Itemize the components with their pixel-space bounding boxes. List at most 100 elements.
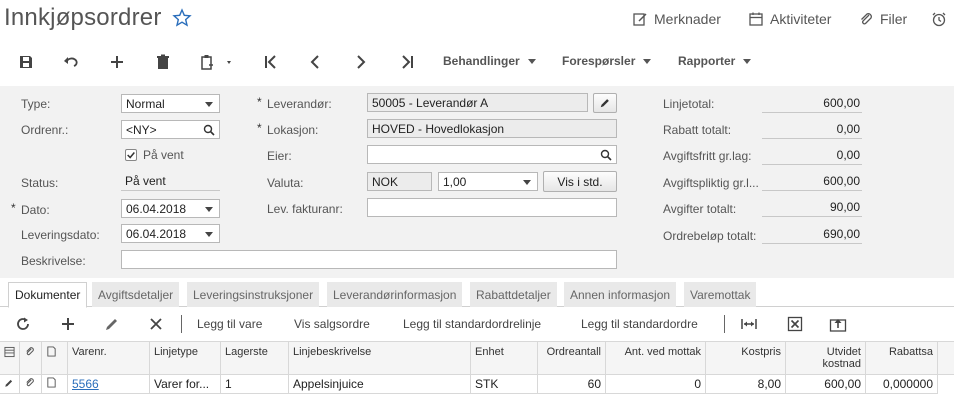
tab-leveringsinstruksjoner[interactable]: Leveringsinstruksjoner [187, 282, 320, 307]
undo-icon[interactable] [62, 53, 80, 71]
valuta-input[interactable]: NOK [367, 172, 432, 191]
lokasjon-input[interactable]: HOVED - Hovedlokasjon [367, 119, 617, 138]
grid-col-header[interactable]: Linjebeskrivelse [289, 341, 471, 375]
menu-rapporter[interactable]: Rapporter [678, 54, 752, 68]
files-action[interactable]: Filer [858, 11, 907, 27]
vis-i-std-button[interactable]: Vis i std. [543, 171, 617, 192]
valuta-rate-value: 1,00 [443, 174, 467, 189]
valuta-rate-select[interactable]: 1,00 [438, 172, 538, 191]
chevron-down-icon [743, 58, 752, 64]
notes-action[interactable]: Merknader [632, 11, 721, 27]
lev-fakturanr-input[interactable] [367, 198, 617, 217]
grid-col-header[interactable]: Varenr. [68, 341, 150, 375]
total-label: Rabatt totalt: [663, 123, 732, 137]
varenr-link[interactable]: 5566 [72, 377, 99, 391]
edit-leverandor-button[interactable] [593, 93, 617, 113]
required-marker: * [11, 201, 16, 215]
tab-leverandorinformasjon[interactable]: Leverandørinformasjon [327, 282, 463, 307]
grid-col-header[interactable]: Lagerste [221, 341, 289, 375]
previous-record-icon[interactable] [306, 53, 324, 71]
checkbox-checked-icon [125, 149, 137, 161]
leverandor-value: 50005 - Leverandør A [372, 95, 489, 110]
clipboard-dropdown-icon[interactable] [198, 53, 238, 71]
edit-row-icon[interactable] [104, 316, 120, 332]
star-icon[interactable] [172, 8, 192, 28]
toolbar-separator [181, 315, 182, 333]
alarm-clock-icon [932, 12, 946, 27]
add-icon[interactable] [108, 53, 126, 71]
refresh-icon[interactable] [15, 316, 31, 332]
status-label: Status: [21, 176, 59, 190]
leverandor-input[interactable]: 50005 - Leverandør A [367, 93, 588, 112]
grid-col-note [42, 341, 68, 375]
table-cell-ant-mottak[interactable]: 0 [606, 375, 706, 394]
legg-til-vare-button[interactable]: Legg til vare [197, 317, 262, 331]
type-select[interactable]: Normal [121, 94, 220, 113]
next-record-icon[interactable] [352, 53, 370, 71]
last-record-icon[interactable] [398, 53, 416, 71]
grid-col-header[interactable]: Ant. ved mottak [606, 341, 706, 375]
list-icon [4, 346, 15, 358]
chevron-down-icon [643, 58, 652, 64]
activities-action[interactable]: Aktiviteter [748, 11, 831, 27]
table-cell-rabatt[interactable]: 0,000000 [866, 375, 938, 394]
leverandor-label: Leverandør: [267, 97, 332, 111]
legg-til-standardordrelinje-button[interactable]: Legg til standardordrelinje [403, 317, 541, 331]
type-label: Type: [21, 97, 51, 111]
table-cell-utvidet[interactable]: 600,00 [786, 375, 866, 394]
grid-col-header[interactable]: Linjetype [150, 341, 221, 375]
menu-behandlinger-label: Behandlinger [443, 54, 520, 68]
tab-dokumenter[interactable]: Dokumenter [8, 282, 88, 308]
table-cell-beskrivelse[interactable]: Appelsinjuice [289, 375, 471, 394]
tab-varemottak[interactable]: Varemottak [684, 282, 757, 307]
export-excel-icon[interactable] [787, 316, 803, 332]
beskrivelse-input[interactable] [121, 250, 617, 269]
first-record-icon[interactable] [262, 53, 280, 71]
total-value: 600,00 [762, 94, 862, 113]
tab-rabattdetaljer[interactable]: Rabattdetaljer [470, 282, 557, 307]
search-icon[interactable] [600, 149, 612, 161]
dato-input[interactable]: 06.04.2018 [121, 199, 220, 218]
add-row-icon[interactable] [60, 316, 76, 332]
row-edit-icon[interactable] [0, 375, 20, 394]
table-cell-varenr[interactable]: 5566 [68, 375, 150, 394]
type-select-value: Normal [126, 96, 165, 111]
grid-col-header[interactable]: Ordreantall [538, 341, 606, 375]
delete-icon[interactable] [154, 53, 172, 71]
menu-behandlinger[interactable]: Behandlinger [443, 54, 536, 68]
total-label: Avgiftsfritt gr.lag: [663, 149, 752, 163]
tab-annen-informasjon[interactable]: Annen informasjon [564, 282, 677, 307]
toolbar-separator [724, 315, 725, 333]
row-attachment-icon[interactable] [20, 375, 42, 394]
leveringsdato-input[interactable]: 06.04.2018 [121, 224, 220, 243]
activities-label: Aktiviteter [770, 11, 832, 27]
row-note-icon[interactable] [42, 375, 68, 394]
table-cell-ordreantall[interactable]: 60 [538, 375, 606, 394]
grid-col-row-icon [0, 341, 20, 375]
paa-vent-checkbox[interactable]: På vent [125, 148, 184, 162]
eier-input[interactable] [367, 145, 617, 164]
ordrenr-input[interactable]: <NY> [121, 120, 220, 139]
eier-label: Eier: [267, 149, 292, 163]
grid-col-header[interactable]: Enhet [471, 341, 538, 375]
save-icon[interactable] [17, 53, 35, 71]
total-label: Avgiftspliktig gr.l... [663, 176, 759, 190]
table-cell-linjetype[interactable]: Varer for... [150, 375, 221, 394]
menu-foresporsler[interactable]: Forespørsler [562, 54, 652, 68]
delete-row-icon[interactable] [148, 316, 164, 332]
grid-col-header[interactable]: Kostpris [706, 341, 786, 375]
upload-icon[interactable] [829, 316, 847, 332]
grid-col-header[interactable]: Utvidet kostnad [786, 341, 866, 375]
pencil-icon [600, 99, 609, 108]
required-marker: * [257, 121, 262, 135]
table-cell-lagersted[interactable]: 1 [221, 375, 289, 394]
table-cell-enhet[interactable]: STK [471, 375, 538, 394]
reminder-action[interactable] [931, 11, 947, 27]
vis-salgsordre-button[interactable]: Vis salgsordre [294, 317, 370, 331]
legg-til-standardordre-button[interactable]: Legg til standardordre [581, 317, 698, 331]
search-icon[interactable] [203, 124, 215, 136]
grid-col-header[interactable]: Rabattsa [866, 341, 938, 375]
table-cell-kostpris[interactable]: 8,00 [706, 375, 786, 394]
fit-columns-icon[interactable] [740, 316, 758, 332]
tab-avgiftsdetaljer[interactable]: Avgiftsdetaljer [92, 282, 180, 307]
